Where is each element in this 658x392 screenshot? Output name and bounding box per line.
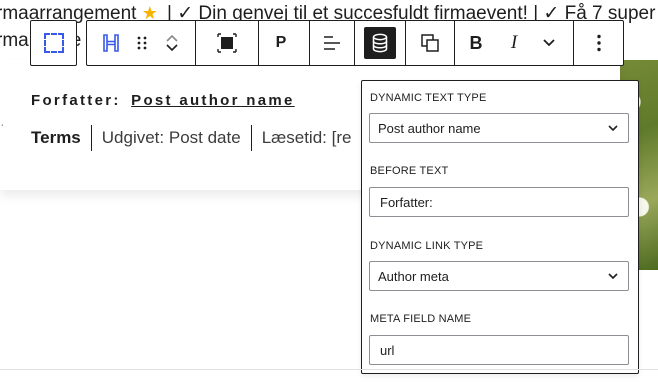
align-left-icon <box>324 36 340 50</box>
paragraph-button[interactable]: P <box>259 21 303 65</box>
post-terms[interactable]: Terms <box>31 128 91 148</box>
dynamic-link-type-select[interactable]: Author meta <box>369 261 629 291</box>
bottom-divider <box>0 369 658 370</box>
dynamic-data-button[interactable] <box>355 21 405 65</box>
more-formatting-button[interactable] <box>533 21 565 65</box>
block-align-icon <box>217 33 237 53</box>
chevron-down-icon <box>543 39 555 47</box>
bold-label: B <box>469 32 483 53</box>
italic-label: I <box>510 32 518 53</box>
dynamic-text-type-select[interactable]: Post author name <box>369 113 629 143</box>
move-buttons <box>159 21 185 65</box>
duplicate-button[interactable] <box>406 21 454 65</box>
before-text-label: BEFORE TEXT <box>370 165 449 177</box>
heading-line-2-start: rma <box>0 30 29 51</box>
toolbar-divider <box>454 21 455 65</box>
dynamic-text-type-label: DYNAMIC TEXT TYPE <box>370 92 487 104</box>
before-text-input[interactable]: Forfatter: <box>369 187 629 217</box>
heading-block-icon <box>103 34 119 52</box>
drag-icon <box>137 36 147 50</box>
reading-time: Læsetid: [re <box>261 128 352 147</box>
author-link[interactable]: Post author name <box>131 92 295 109</box>
copy-icon <box>421 34 439 52</box>
align-block-button[interactable] <box>196 21 258 65</box>
select-parent-button[interactable] <box>31 21 76 65</box>
move-down-icon[interactable] <box>165 43 179 53</box>
post-meta-line: Terms Udgivet: Post date Læsetid: [re <box>31 125 361 151</box>
database-icon <box>372 33 388 53</box>
chevron-down-icon <box>608 273 618 280</box>
meta-field-name-value: url <box>380 342 395 358</box>
drag-handle[interactable] <box>131 21 153 65</box>
italic-button[interactable]: I <box>497 21 531 65</box>
align-text-button[interactable] <box>310 21 354 65</box>
bold-button[interactable]: B <box>459 21 493 65</box>
dynamic-link-type-label: DYNAMIC LINK TYPE <box>370 240 484 252</box>
options-button[interactable] <box>574 21 623 65</box>
author-prefix: Forfatter: <box>31 92 121 109</box>
select-parent-icon <box>43 33 64 53</box>
meta-divider <box>250 125 252 151</box>
before-text-value: Forfatter: <box>380 194 433 210</box>
dynamic-data-popover: DYNAMIC TEXT TYPE Post author name BEFOR… <box>361 80 639 374</box>
block-toolbar: P B I <box>86 20 624 66</box>
meta-divider <box>90 125 92 151</box>
block-type-button[interactable] <box>87 21 135 65</box>
dynamic-text-type-value: Post author name <box>378 120 481 136</box>
dynamic-link-type-value: Author meta <box>378 268 449 284</box>
chevron-down-icon <box>608 125 618 132</box>
dynamic-data-active <box>364 27 396 59</box>
left-edge-mark: · <box>0 116 5 132</box>
paragraph-label: P <box>275 34 287 51</box>
move-up-icon[interactable] <box>165 33 179 43</box>
select-parent-toolbar <box>30 20 77 66</box>
post-author-block[interactable]: Forfatter: Post author name <box>31 92 295 109</box>
meta-field-name-input[interactable]: url <box>369 335 629 365</box>
meta-field-name-label: META FIELD NAME <box>370 313 472 325</box>
post-date: Udgivet: Post date <box>101 128 241 147</box>
more-vertical-icon <box>596 34 601 52</box>
